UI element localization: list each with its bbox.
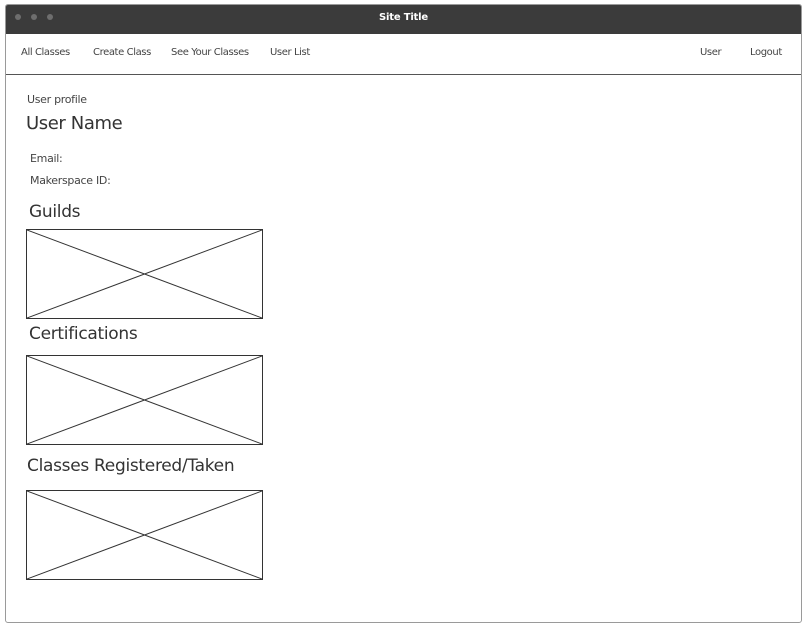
guilds-image-placeholder — [26, 229, 263, 319]
nav-all-classes[interactable]: All Classes — [21, 47, 70, 58]
certifications-image-placeholder — [26, 355, 263, 445]
placeholder-cross-icon — [27, 356, 262, 444]
placeholder-cross-icon — [27, 491, 262, 579]
makerspace-id-label: Makerspace ID: — [30, 174, 111, 187]
site-title: Site Title — [379, 12, 428, 23]
top-navbar: All Classes Create Class See Your Classe… — [6, 34, 801, 75]
nav-user-list[interactable]: User List — [270, 47, 310, 58]
browser-window: Site Title All Classes Create Class See … — [5, 4, 802, 623]
classes-image-placeholder — [26, 490, 263, 580]
logout-link[interactable]: Logout — [750, 47, 782, 58]
certifications-heading: Certifications — [29, 324, 138, 344]
nav-create-class[interactable]: Create Class — [93, 47, 151, 58]
nav-user[interactable]: User — [700, 47, 722, 58]
guilds-heading: Guilds — [29, 202, 81, 222]
placeholder-cross-icon — [27, 230, 262, 318]
user-name-heading: User Name — [26, 113, 123, 134]
email-label: Email: — [30, 152, 63, 165]
classes-heading: Classes Registered/Taken — [27, 456, 235, 476]
profile-content: User profile User Name Email: Makerspace… — [6, 75, 801, 622]
window-titlebar: Site Title — [6, 5, 801, 34]
page-subtitle: User profile — [27, 93, 87, 106]
nav-see-your-classes[interactable]: See Your Classes — [171, 47, 249, 58]
